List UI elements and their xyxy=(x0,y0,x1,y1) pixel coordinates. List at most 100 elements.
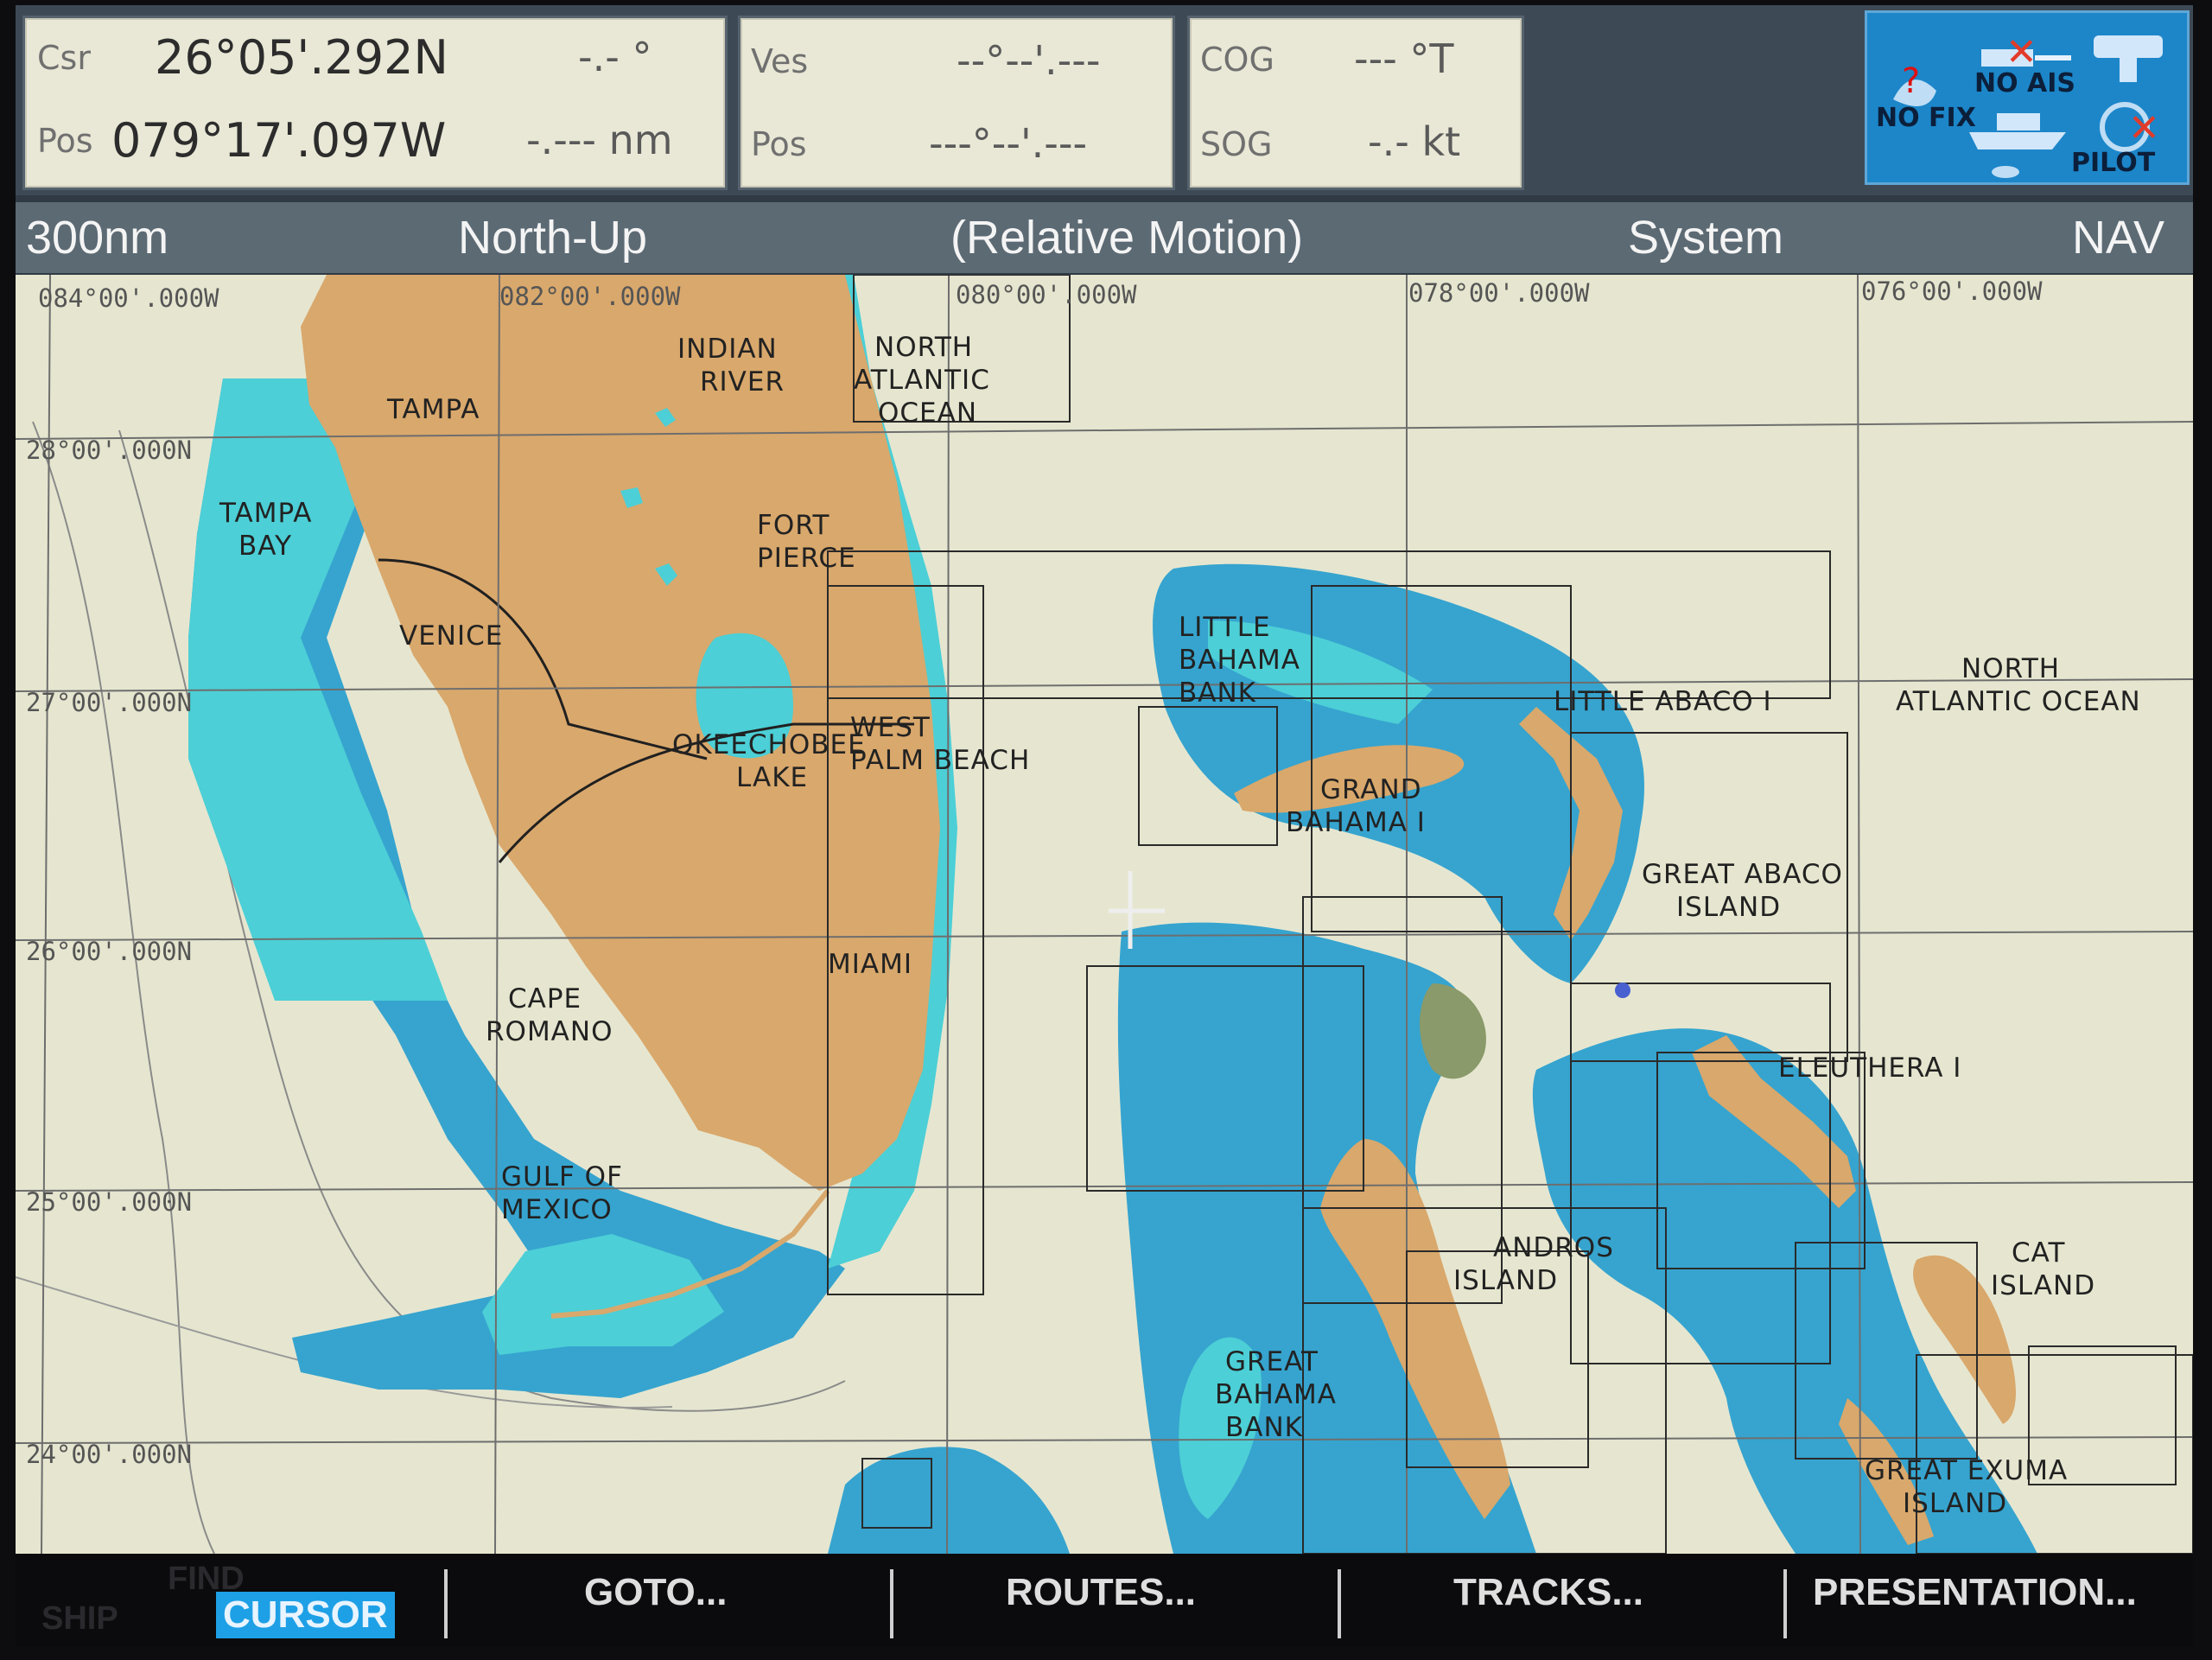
chartplotter-screen: Csr 26°05'.292N -.- ° Pos 079°17'.097W -… xyxy=(16,5,2193,1647)
place-gulf-2: MEXICO xyxy=(501,1194,613,1225)
place-cat-2: ISLAND xyxy=(1991,1270,2096,1301)
place-north-atlantic-3: OCEAN xyxy=(878,398,978,429)
place-fort-pierce-2: PIERCE xyxy=(757,543,856,574)
place-tampa: TAMPA xyxy=(387,394,480,425)
softkey-goto[interactable]: GOTO... xyxy=(584,1571,727,1614)
cursor-position-box[interactable]: Csr 26°05'.292N -.- ° Pos 079°17'.097W -… xyxy=(22,16,728,190)
place-grand-bahama-2: BAHAMA I xyxy=(1286,807,1426,838)
place-great-abaco-2: ISLAND xyxy=(1676,892,1782,923)
softkey-tracks[interactable]: TRACKS... xyxy=(1453,1571,1643,1614)
place-cat-1: CAT xyxy=(2012,1237,2066,1269)
softkey-divider xyxy=(1338,1569,1341,1638)
cursor-longitude: 079°17'.097W xyxy=(111,113,447,168)
nav-mode: NAV xyxy=(2072,212,2165,264)
softkey-cursor[interactable]: CURSOR xyxy=(216,1592,395,1638)
cursor-range: -.--- nm xyxy=(526,117,673,163)
vessel-pos-label: Pos xyxy=(751,125,807,163)
place-andros-1: ANDROS xyxy=(1493,1232,1614,1263)
place-miami: MIAMI xyxy=(828,949,912,980)
cursor-pos-label: Pos xyxy=(37,122,93,160)
status-panel[interactable]: ? ✕ ✕ NO AIS NO FIX PILOT xyxy=(1865,10,2190,185)
chart-graphics xyxy=(16,275,2193,1554)
place-gulf-1: GULF OF xyxy=(501,1161,623,1193)
softkey-divider xyxy=(1783,1569,1787,1638)
lon-label-82w: 082°00'.000W xyxy=(499,282,681,311)
place-west-palm-1: WEST xyxy=(850,712,931,743)
place-gbb-1: GREAT xyxy=(1225,1346,1319,1377)
place-tampa-bay-1: TAMPA xyxy=(219,498,313,529)
lon-label-76w: 076°00'.000W xyxy=(1861,277,2043,306)
boat-icon xyxy=(1969,113,2066,149)
place-exuma-1: GREAT EXUMA xyxy=(1865,1455,2069,1486)
pilot-off-x-icon: ✕ xyxy=(2128,106,2160,150)
place-venice: VENICE xyxy=(399,620,504,652)
place-cape-romano-2: ROMANO xyxy=(486,1016,613,1047)
place-fort-pierce-1: FORT xyxy=(757,510,830,541)
motion-mode[interactable]: (Relative Motion) xyxy=(950,211,1303,264)
berry-islands xyxy=(1420,983,1486,1079)
lat-label-25n: 25°00'.000N xyxy=(26,1187,193,1217)
cog-value: --- °T xyxy=(1354,35,1454,82)
pilot-label: PILOT xyxy=(2071,148,2156,178)
softkey-bar: FIND SHIP CURSOR GOTO... ROUTES... TRACK… xyxy=(16,1554,2193,1647)
place-okeechobee-2: LAKE xyxy=(736,762,809,793)
place-exuma-2: ISLAND xyxy=(1903,1488,2008,1519)
cay-sal-bank xyxy=(828,1447,1070,1554)
place-indian-river-2: RIVER xyxy=(700,366,785,398)
lat-label-24n: 24°00'.000N xyxy=(26,1440,193,1469)
place-little-bahama-3: BANK xyxy=(1179,677,1256,709)
gps-fix-icon: ? xyxy=(1893,61,1936,106)
place-little-abaco: LITTLE ABACO I xyxy=(1554,686,1772,717)
vessel-latitude: --°--'.--- xyxy=(957,37,1101,84)
cog-label: COG xyxy=(1200,41,1274,79)
softkey-divider xyxy=(444,1569,448,1638)
cursor-latitude: 26°05'.292N xyxy=(155,30,448,85)
vessel-position-box[interactable]: Ves --°--'.--- Pos ---°--'.--- xyxy=(738,16,1175,190)
vessel-label: Ves xyxy=(751,42,809,80)
chart-mode-bar: 300nm North-Up (Relative Motion) System … xyxy=(16,202,2193,273)
cursor-label: Csr xyxy=(37,39,91,77)
no-fix-label: NO FIX xyxy=(1876,103,1976,133)
softkey-presentation[interactable]: PRESENTATION... xyxy=(1813,1571,2137,1614)
place-grand-bahama-1: GRAND xyxy=(1320,774,1422,805)
place-indian-river-1: INDIAN xyxy=(677,334,778,365)
place-nao-2: ATLANTIC OCEAN xyxy=(1896,686,2141,717)
place-north-atlantic-2: ATLANTIC xyxy=(854,365,990,396)
place-tampa-bay-2: BAY xyxy=(238,531,293,562)
place-west-palm-2: PALM BEACH xyxy=(850,745,1031,776)
waypoint-marker xyxy=(1615,983,1630,998)
range-scale[interactable]: 300nm xyxy=(26,211,168,264)
place-gbb-2: BAHAMA xyxy=(1215,1379,1337,1410)
place-nao-1: NORTH xyxy=(1961,653,2061,684)
orientation-mode[interactable]: North-Up xyxy=(458,211,647,264)
place-okeechobee-1: OKEECHOBEE xyxy=(672,729,866,760)
lon-label-80w: 080°00'.000W xyxy=(956,280,1137,309)
datum-mode: System xyxy=(1628,212,1784,264)
sog-value: -.- kt xyxy=(1368,118,1461,165)
place-north-atlantic-1: NORTH xyxy=(874,332,974,363)
place-gbb-3: BANK xyxy=(1225,1412,1303,1443)
cursor-bearing: -.- ° xyxy=(578,34,652,80)
place-cape-romano-1: CAPE xyxy=(508,983,582,1014)
svg-text:?: ? xyxy=(1902,61,1920,101)
place-little-bahama-1: LITTLE xyxy=(1179,612,1271,643)
lat-label-28n: 28°00'.000N xyxy=(26,436,193,465)
place-andros-2: ISLAND xyxy=(1453,1265,1559,1296)
lon-label-78w: 078°00'.000W xyxy=(1408,278,1590,308)
place-great-abaco-1: GREAT ABACO xyxy=(1642,859,1843,890)
lon-label-84w: 084°00'.000W xyxy=(38,283,219,313)
nautical-chart[interactable]: 084°00'.000W 082°00'.000W 080°00'.000W 0… xyxy=(16,275,2193,1554)
vessel-longitude: ---°--'.--- xyxy=(929,120,1088,167)
sog-label: SOG xyxy=(1200,125,1273,163)
data-header: Csr 26°05'.292N -.- ° Pos 079°17'.097W -… xyxy=(16,5,2193,195)
softkey-divider xyxy=(890,1569,893,1638)
depth-contour-line xyxy=(32,421,215,1554)
lat-label-27n: 27°00'.000N xyxy=(26,688,193,717)
softkey-ship[interactable]: SHIP xyxy=(41,1600,118,1638)
place-little-bahama-2: BAHAMA xyxy=(1179,645,1300,676)
radar-icon xyxy=(2094,35,2163,82)
course-speed-box[interactable]: COG --- °T SOG -.- kt xyxy=(1187,16,1524,190)
lat-label-26n: 26°00'.000N xyxy=(26,937,193,966)
place-eleuthera: ELEUTHERA I xyxy=(1778,1053,1962,1084)
softkey-routes[interactable]: ROUTES... xyxy=(1006,1571,1196,1614)
